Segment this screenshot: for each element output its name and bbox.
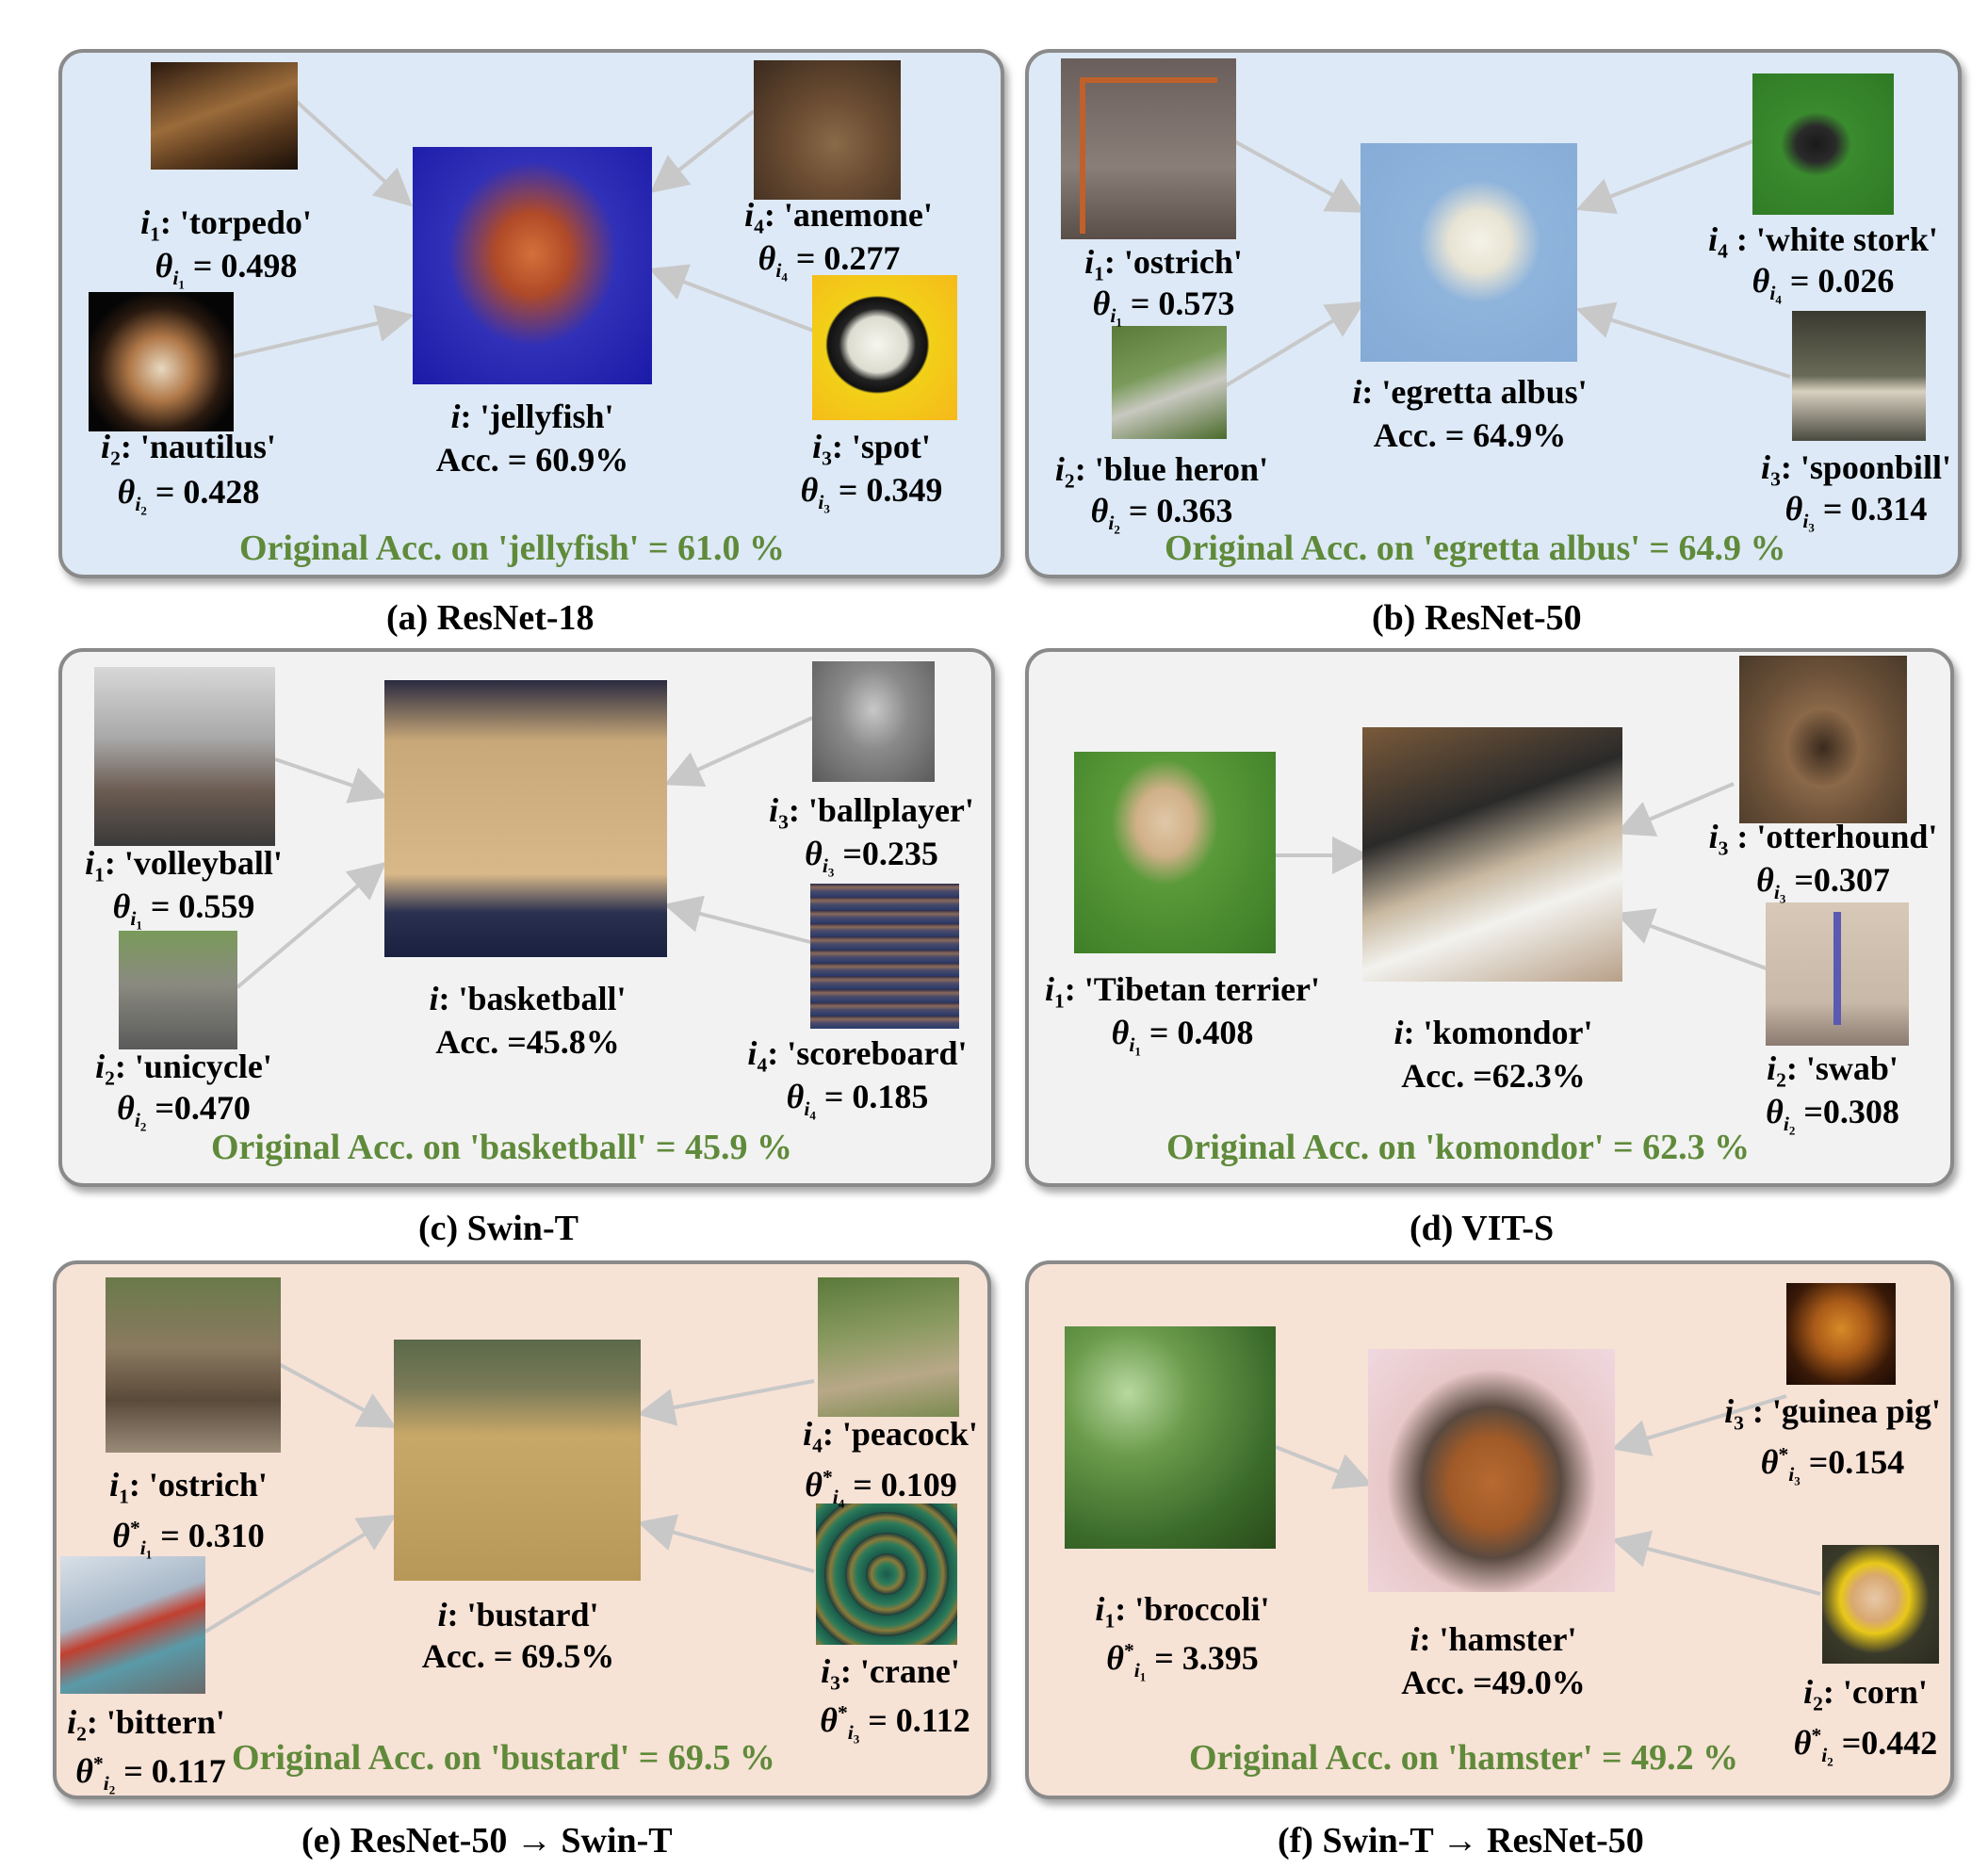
original-acc-e: Original Acc. on 'bustard' = 69.5 % [232,1738,775,1778]
image-bittern [60,1556,205,1694]
label-b-center: i: 'egretta albus' [1352,373,1588,411]
image-ostrich-e [106,1277,281,1453]
acc-a-center: Acc. = 60.9% [435,441,629,479]
theta-a-item3: θi3 = 0.349 [800,471,943,516]
theta-e-item4: θ*i4 = 0.109 [805,1465,957,1511]
original-acc-d: Original Acc. on 'komondor' = 62.3 % [1166,1128,1751,1167]
image-bustard [394,1340,641,1581]
acc-b-center: Acc. = 64.9% [1373,416,1567,454]
theta-a-item4: θi4 = 0.277 [758,239,901,284]
image-unicycle [119,931,237,1049]
image-ostrich-b [1061,58,1236,239]
theta-c-item1: θi1 = 0.559 [112,887,255,933]
caption-f: (f) Swin-T → ResNet-50 [1278,1821,1644,1861]
original-acc-c: Original Acc. on 'basketball' = 45.9 % [211,1128,793,1167]
caption-b: (b) ResNet-50 [1372,598,1582,638]
image-basketball [384,680,667,957]
label-a-item2: i2: 'nautilus' [101,428,276,470]
label-c-item4: i4: 'scoreboard' [747,1034,968,1077]
image-volleyball [94,667,275,846]
theta-d-item2: θi2 =0.308 [1766,1093,1899,1138]
caption-c: (c) Swin-T [418,1209,578,1248]
label-a-center: i: 'jellyfish' [450,398,614,435]
image-spoonbill [1792,311,1926,441]
acc-f-center: Acc. =49.0% [1401,1664,1586,1701]
image-crane [816,1503,957,1645]
image-blue-heron [1112,326,1227,439]
label-f-item3: i3 : 'guinea pig' [1724,1392,1941,1435]
image-peacock [818,1277,959,1417]
theta-f-item3: θ*i3 =0.154 [1760,1442,1905,1488]
image-ballplayer [812,661,935,782]
label-c-item3: i3: 'ballplayer' [769,791,974,834]
theta-e-item3: θ*i3 = 0.112 [820,1700,970,1747]
image-egretta-albus [1361,143,1577,362]
label-f-center: i: 'hamster' [1410,1620,1577,1658]
theta-a-item2: θi2 = 0.428 [117,473,260,518]
image-guinea-pig [1786,1283,1896,1385]
label-a-item4: i4: 'anemone' [744,196,933,238]
image-komondor [1362,727,1622,982]
image-tibetan-terrier [1074,752,1276,953]
image-broccoli [1065,1326,1276,1549]
theta-f-item2: θ*i2 =0.442 [1793,1723,1938,1769]
theta-b-item4: θi4 = 0.026 [1752,262,1895,307]
acc-c-center: Acc. =45.8% [435,1023,620,1061]
label-f-item2: i2: 'corn' [1803,1673,1928,1715]
theta-f-item1: θ*i1 = 3.395 [1106,1638,1259,1684]
label-a-item1: i1: 'torpedo' [140,203,312,246]
image-spot [812,275,957,420]
original-acc-a: Original Acc. on 'jellyfish' = 61.0 % [239,528,785,568]
original-acc-f: Original Acc. on 'hamster' = 49.2 % [1189,1738,1739,1778]
image-anemone [754,60,901,200]
acc-e-center: Acc. = 69.5% [421,1637,615,1675]
caption-d: (d) VIT-S [1410,1209,1555,1248]
label-e-center: i: 'bustard' [437,1596,599,1633]
image-white-stork [1752,73,1894,215]
acc-d-center: Acc. =62.3% [1401,1057,1586,1095]
theta-d-item3: θi3 =0.307 [1756,861,1890,906]
theta-e-item2: θ*i2 = 0.117 [75,1751,226,1797]
image-hamster [1368,1349,1615,1592]
image-otterhound [1739,656,1907,823]
theta-d-item1: θi1 = 0.408 [1111,1014,1254,1059]
label-e-item4: i4: 'peacock' [803,1415,978,1457]
label-a-item3: i3: 'spot' [812,428,931,470]
label-e-item1: i1: 'ostrich' [109,1466,268,1508]
image-corn [1822,1545,1939,1664]
label-d-center: i: 'komondor' [1393,1014,1593,1051]
image-torpedo [151,62,298,170]
label-d-item2: i2: 'swab' [1767,1049,1898,1092]
caption-a: (a) ResNet-18 [386,598,595,638]
image-nautilus [89,292,234,431]
theta-a-item1: θi1 = 0.498 [155,247,298,292]
label-c-item1: i1: 'volleyball' [85,844,283,886]
original-acc-b: Original Acc. on 'egretta albus' = 64.9 … [1165,528,1786,568]
label-d-item3: i3 : 'otterhound' [1708,818,1938,860]
image-swab [1766,902,1909,1046]
label-c-center: i: 'basketball' [429,980,627,1017]
label-d-item1: i1: 'Tibetan terrier' [1044,970,1321,1013]
theta-c-item3: θi3 =0.235 [805,835,938,880]
theta-b-item1: θi1 = 0.573 [1092,284,1235,330]
image-scoreboard [810,884,959,1029]
image-jellyfish [413,147,652,384]
theta-e-item1: θ*i1 = 0.310 [112,1516,265,1562]
caption-e: (e) ResNet-50 → Swin-T [301,1821,673,1861]
